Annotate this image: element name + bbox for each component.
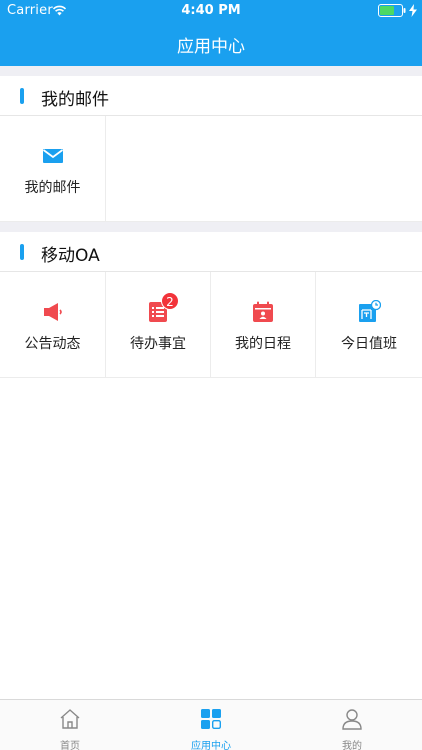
oa-grid: 公告动态 待办事宜 我的日程 今日值班 xyxy=(0,272,422,378)
tab-label: 首页 xyxy=(60,741,80,750)
megaphone-icon xyxy=(43,303,62,321)
app-tile-schedule[interactable]: 我的日程 xyxy=(211,272,316,378)
section-header-oa: 移动OA xyxy=(0,232,422,272)
mail-grid: 我的邮件 xyxy=(0,116,422,222)
status-time: 4:40 PM xyxy=(181,3,241,18)
app-tile-label: 待办事宜 xyxy=(130,336,186,352)
section-divider xyxy=(0,66,422,76)
app-tile-label: 今日值班 xyxy=(341,336,397,352)
user-icon xyxy=(342,709,362,730)
tab-label: 我的 xyxy=(342,741,362,750)
todo-count-badge: 2 xyxy=(161,292,179,310)
section-title: 我的邮件 xyxy=(41,90,109,110)
battery-icon xyxy=(378,4,406,17)
app-tile-label: 我的日程 xyxy=(235,336,291,352)
envelope-icon xyxy=(42,149,63,163)
app-tile-announcements[interactable]: 公告动态 xyxy=(0,272,106,378)
app-tile-label: 我的邮件 xyxy=(24,180,81,196)
duty-icon xyxy=(359,300,381,322)
tab-home[interactable]: 首页 xyxy=(0,700,140,750)
page-title: 应用中心 xyxy=(177,37,245,57)
app-tile-duty[interactable]: 今日值班 xyxy=(316,272,422,378)
apps-grid-icon xyxy=(201,709,221,729)
section-accent-bar xyxy=(20,244,24,260)
section-divider xyxy=(0,222,422,232)
section-accent-bar xyxy=(20,88,24,104)
status-bar: Carrier 4:40 PM xyxy=(0,0,422,22)
tab-app-center[interactable]: 应用中心 xyxy=(141,700,281,750)
charging-bolt-icon xyxy=(409,4,417,17)
calendar-icon xyxy=(253,301,273,322)
tab-label: 应用中心 xyxy=(191,741,231,750)
section-header-mail: 我的邮件 xyxy=(0,76,422,116)
tab-mine[interactable]: 我的 xyxy=(282,700,422,750)
app-tile-todo[interactable]: 待办事宜 xyxy=(106,272,211,378)
home-icon xyxy=(60,709,80,729)
app-tile-label: 公告动态 xyxy=(24,336,81,352)
header: Carrier 4:40 PM 应用中心 xyxy=(0,0,422,66)
app-tile-my-mail[interactable]: 我的邮件 xyxy=(0,116,106,222)
section-title: 移动OA xyxy=(41,246,100,266)
tab-bar: 首页 应用中心 我的 xyxy=(0,699,422,750)
